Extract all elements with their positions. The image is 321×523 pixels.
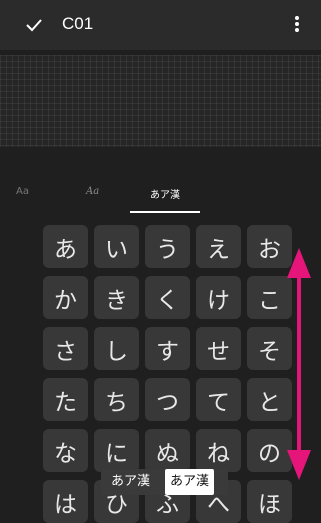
- double-arrow-vertical-icon: [287, 248, 311, 480]
- key-u[interactable]: う: [145, 225, 190, 268]
- key-su[interactable]: す: [145, 327, 190, 370]
- key-ta[interactable]: た: [43, 378, 88, 421]
- script-picker-popup: あア漢 あア漢: [101, 469, 228, 495]
- key-ki[interactable]: き: [94, 276, 139, 319]
- key-sa[interactable]: さ: [43, 327, 88, 370]
- tab-kana-kanji[interactable]: あア漢: [150, 186, 180, 201]
- key-ne[interactable]: ね: [196, 429, 241, 472]
- tab-outline[interactable]: Aa: [16, 186, 29, 197]
- key-te[interactable]: て: [196, 378, 241, 421]
- key-e[interactable]: え: [196, 225, 241, 268]
- key-ha[interactable]: は: [43, 480, 88, 523]
- key-tsu[interactable]: つ: [145, 378, 190, 421]
- popup-option-2[interactable]: あア漢: [165, 469, 215, 495]
- grid-canvas[interactable]: [0, 55, 321, 147]
- top-app-bar: C01: [0, 0, 321, 50]
- key-se[interactable]: せ: [196, 327, 241, 370]
- key-nu[interactable]: ぬ: [145, 429, 190, 472]
- active-tab-indicator: [130, 211, 200, 213]
- check-icon[interactable]: [24, 15, 44, 35]
- tab-script[interactable]: Aa: [86, 186, 99, 197]
- style-tabs: Aa Aa あア漢: [0, 180, 321, 214]
- key-ho[interactable]: ほ: [247, 480, 292, 523]
- popup-option-1[interactable]: あア漢: [111, 473, 150, 491]
- key-ni[interactable]: に: [94, 429, 139, 472]
- key-ke[interactable]: け: [196, 276, 241, 319]
- key-shi[interactable]: し: [94, 327, 139, 370]
- page-title: C01: [62, 14, 94, 33]
- key-a[interactable]: あ: [43, 225, 88, 268]
- key-ka[interactable]: か: [43, 276, 88, 319]
- more-vert-icon[interactable]: [290, 14, 304, 36]
- key-chi[interactable]: ち: [94, 378, 139, 421]
- key-i[interactable]: い: [94, 225, 139, 268]
- key-ku[interactable]: く: [145, 276, 190, 319]
- key-na[interactable]: な: [43, 429, 88, 472]
